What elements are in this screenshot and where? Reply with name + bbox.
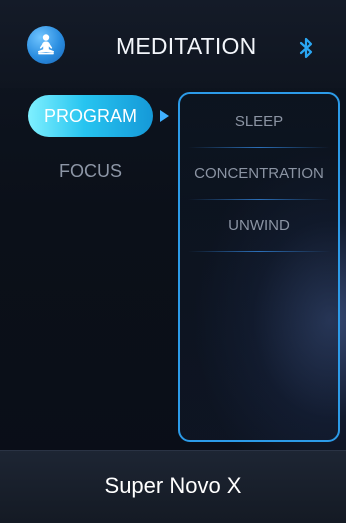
option-sleep[interactable]: SLEEP (180, 96, 338, 148)
footer-bar: Super Novo X (0, 450, 346, 523)
menu-item-focus[interactable]: FOCUS (28, 156, 153, 186)
option-label: SLEEP (234, 113, 284, 130)
option-unwind[interactable]: UNWIND (180, 200, 338, 252)
option-concentration[interactable]: CONCENTRATION (180, 148, 338, 200)
header-bar: MEDITATION (0, 0, 346, 88)
option-label: CONCENTRATION (194, 165, 324, 182)
bluetooth-icon[interactable] (298, 36, 314, 60)
menu-item-program[interactable]: PROGRAM (28, 95, 153, 137)
selection-arrow-icon (160, 110, 169, 122)
page-title: MEDITATION (116, 33, 257, 59)
divider (188, 251, 330, 252)
app-screen: MEDITATION PROGRAM FOCUS SLEEP CONCENTRA… (0, 0, 346, 523)
meditation-person-icon[interactable] (27, 26, 65, 64)
program-options-panel: SLEEP CONCENTRATION UNWIND (178, 92, 340, 442)
device-name: Super Novo X (104, 473, 242, 498)
option-label: UNWIND (228, 217, 290, 234)
